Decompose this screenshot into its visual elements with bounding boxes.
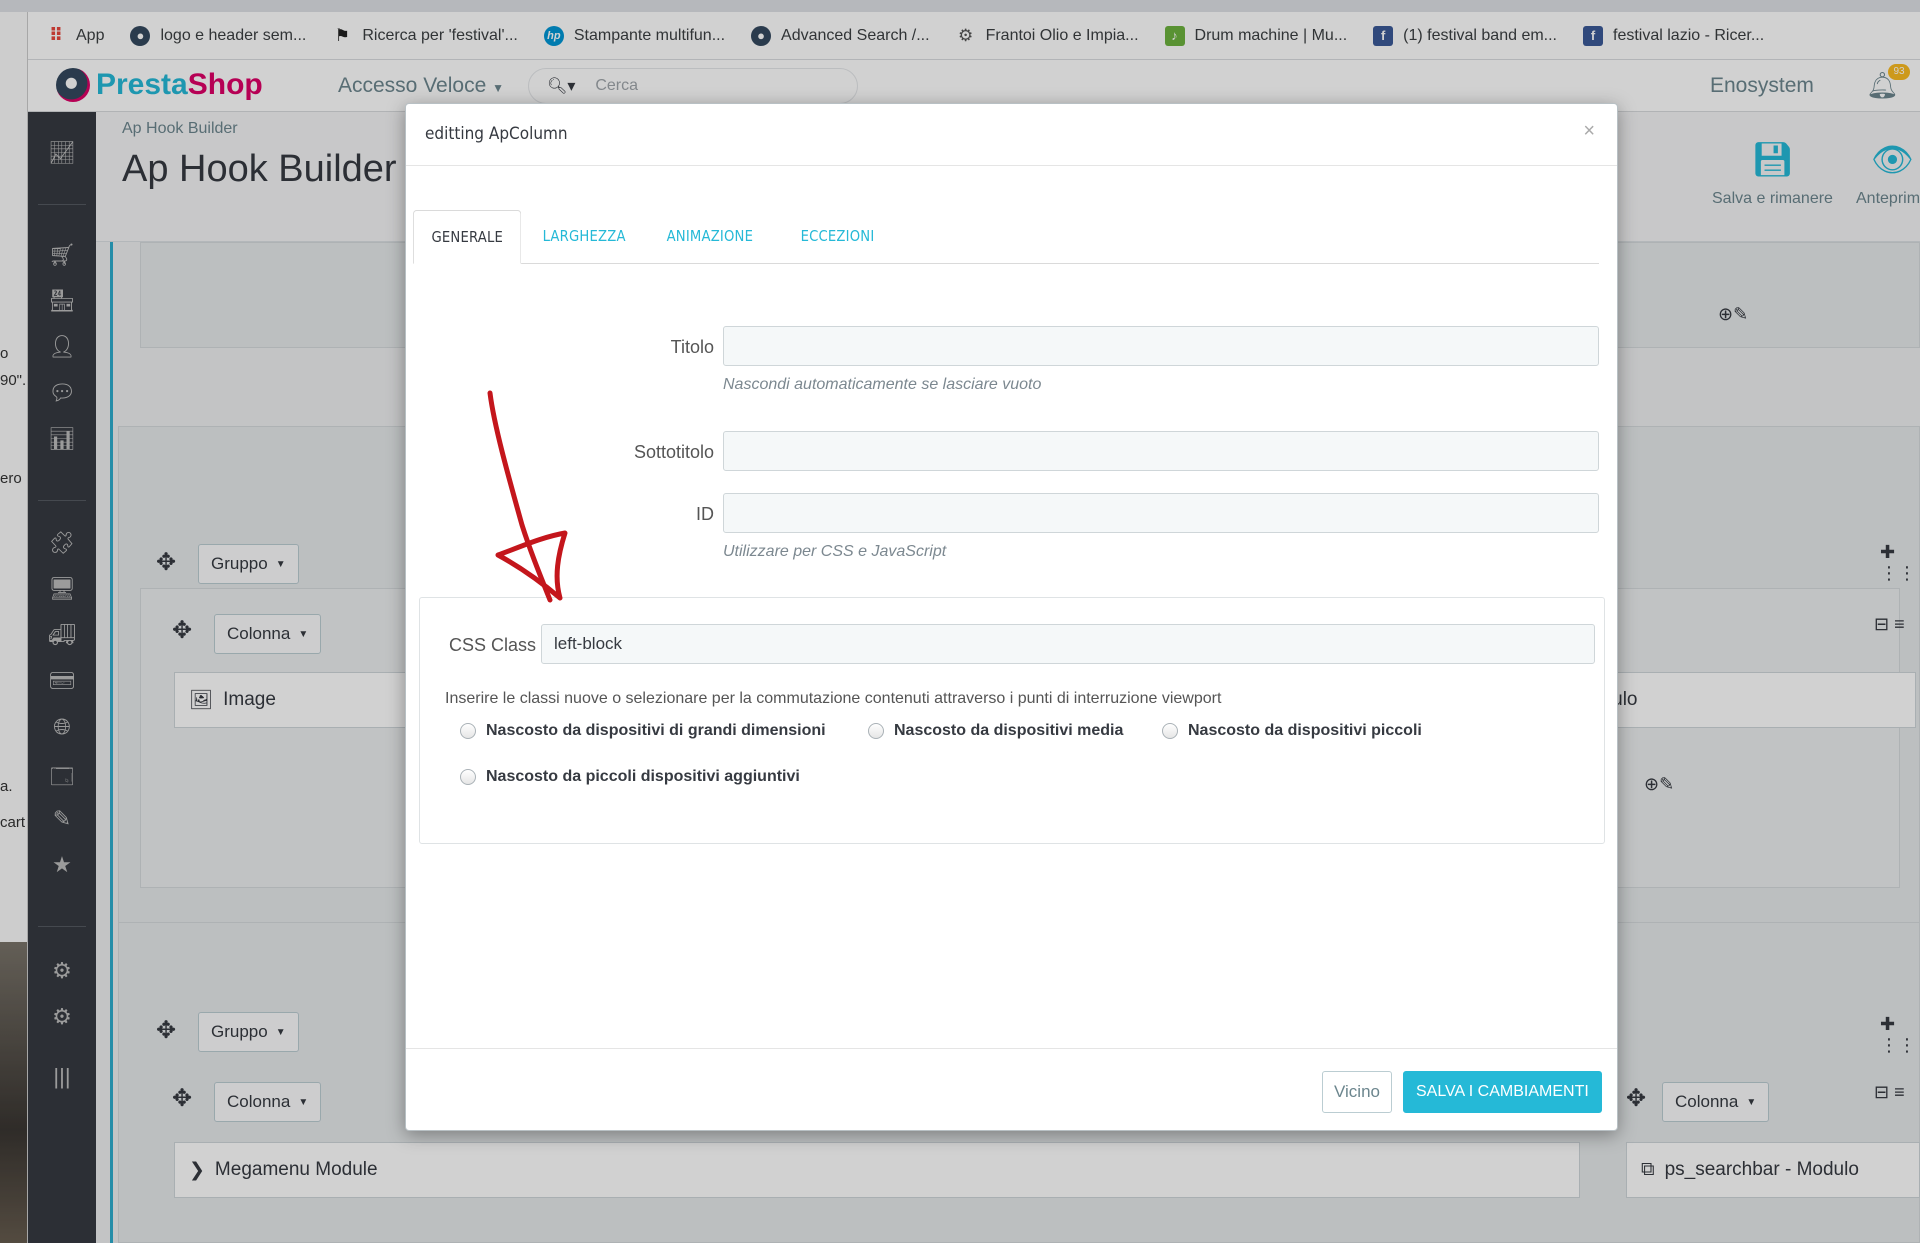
tab-eccezioni[interactable]: ECCEZIONI [783, 210, 892, 264]
hide-small-option[interactable]: Nascosto da dispositivi piccoli [1162, 722, 1422, 740]
radio-button[interactable] [1162, 723, 1178, 739]
hide-extra-small-option[interactable]: Nascosto da piccoli dispositivi aggiunti… [460, 768, 800, 786]
title-input[interactable] [723, 326, 1599, 366]
close-button[interactable]: Vicino [1322, 1071, 1392, 1113]
save-changes-button[interactable]: SALVA I CAMBIAMENTI [1403, 1071, 1602, 1113]
tab-larghezza[interactable]: LARGHEZZA [525, 210, 643, 264]
option-label: Nascosto da dispositivi media [894, 722, 1124, 739]
hide-large-option[interactable]: Nascosto da dispositivi di grandi dimens… [460, 722, 826, 740]
id-help: Utilizzare per CSS e JavaScript [723, 543, 947, 560]
tab-generale[interactable]: GENERALE [413, 210, 522, 264]
css-class-input[interactable] [541, 624, 1595, 664]
id-input[interactable] [723, 493, 1599, 533]
annotation-arrow-icon [487, 390, 568, 603]
css-class-help: Inserire le classi nuove o selezionare p… [445, 690, 1222, 707]
option-label: Nascosto da dispositivi piccoli [1188, 722, 1422, 739]
subtitle-input[interactable] [723, 431, 1599, 471]
radio-button[interactable] [460, 769, 476, 785]
modal-header: editting ApColumn × [406, 104, 1617, 166]
close-icon[interactable]: × [1583, 120, 1595, 143]
radio-button[interactable] [868, 723, 884, 739]
modal-footer: Vicino SALVA I CAMBIAMENTI [406, 1048, 1617, 1132]
title-label: Titolo [670, 337, 714, 357]
radio-button[interactable] [460, 723, 476, 739]
edit-column-modal: editting ApColumn × GENERALE LARGHEZZA A… [405, 103, 1618, 1131]
modal-title: editting ApColumn [425, 124, 568, 144]
css-class-section: CSS Class Inserire le classi nuove o sel… [419, 597, 1605, 844]
tab-animazione[interactable]: ANIMAZIONE [649, 210, 771, 264]
option-label: Nascosto da dispositivi di grandi dimens… [486, 722, 826, 739]
hide-medium-option[interactable]: Nascosto da dispositivi media [868, 722, 1123, 740]
modal-tabs: GENERALE LARGHEZZA ANIMAZIONE ECCEZIONI [413, 210, 1599, 264]
option-label: Nascosto da piccoli dispositivi aggiunti… [486, 768, 800, 785]
css-class-label: CSS Class [448, 635, 536, 655]
title-help: Nascondi automaticamente se lasciare vuo… [723, 376, 1042, 393]
